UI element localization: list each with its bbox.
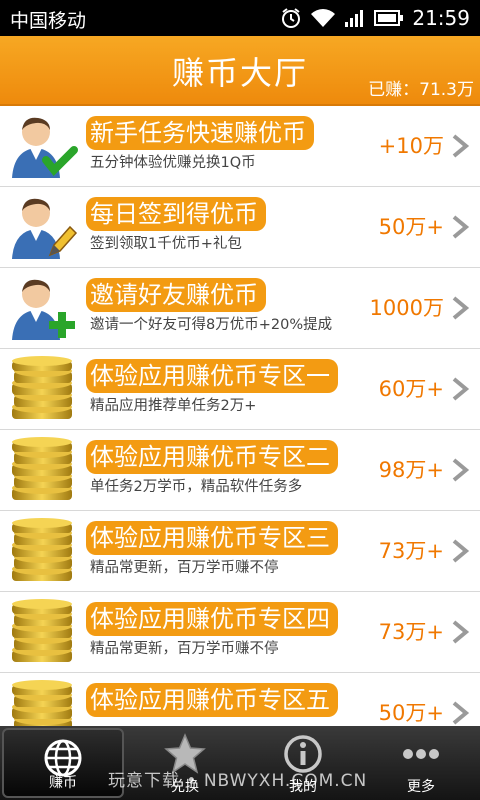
task-reward: 98万+ <box>378 458 444 482</box>
alarm-icon <box>282 8 301 28</box>
chevron-right-icon <box>452 620 470 644</box>
chevron-right-icon <box>452 539 470 563</box>
task-row[interactable]: 新手任务快速赚优币五分钟体验优赚兑换1Q币 +10万 <box>0 106 480 187</box>
tab-globe[interactable]: 赚币 <box>2 728 124 798</box>
task-row[interactable]: 邀请好友赚优币邀请一个好友可得8万优币+20%提成 1000万 <box>0 268 480 349</box>
task-title: 新手任务快速赚优币 <box>86 116 314 150</box>
chevron-right-icon <box>452 296 470 320</box>
chevron-right-icon <box>452 458 470 482</box>
task-title: 体验应用赚优币专区五 <box>86 683 338 717</box>
task-reward: 73万+ <box>378 539 444 563</box>
task-title: 体验应用赚优币专区一 <box>86 359 338 393</box>
carrier-name: 中国移动 <box>10 10 87 32</box>
task-reward: 50万+ <box>378 215 444 239</box>
chevron-right-icon <box>452 134 470 158</box>
coin-stack-icon <box>8 436 78 504</box>
task-title: 邀请好友赚优币 <box>86 278 266 312</box>
status-bar: 中国移动 21:59 <box>0 0 480 36</box>
task-reward: 1000万 <box>369 296 444 320</box>
task-row[interactable]: 每日签到得优币签到领取1千优币+礼包 50万+ <box>0 187 480 268</box>
battery-icon <box>374 10 404 26</box>
chevron-right-icon <box>452 701 470 725</box>
signal-icon <box>345 10 364 27</box>
task-row[interactable]: 体验应用赚优币专区五 50万+ <box>0 673 480 726</box>
user-edit-icon <box>8 193 78 261</box>
coin-stack-icon <box>8 355 78 423</box>
tab-label: 赚币 <box>49 775 77 791</box>
clock: 21:59 <box>412 6 470 30</box>
watermark: 玩意下载 • NBWYXH.COM.CN <box>108 771 368 791</box>
tab-label: 更多 <box>407 779 435 795</box>
task-list: 新手任务快速赚优币五分钟体验优赚兑换1Q币 +10万每日签到得优币签到领取1千优币… <box>0 106 480 726</box>
earned-total: 已赚：71.3万 <box>368 80 474 100</box>
task-description: 精品常更新，百万学币赚不停 <box>90 560 279 576</box>
app-header: 赚币大厅 已赚：71.3万 <box>0 36 480 106</box>
task-description: 五分钟体验优赚兑换1Q币 <box>90 155 256 171</box>
task-title: 体验应用赚优币专区三 <box>86 521 338 555</box>
task-row[interactable]: 体验应用赚优币专区一精品应用推荐单任务2万+ 60万+ <box>0 349 480 430</box>
tab-more[interactable]: 更多 <box>362 726 480 800</box>
task-reward: 50万+ <box>378 701 444 725</box>
task-title: 每日签到得优币 <box>86 197 266 231</box>
task-reward: +10万 <box>378 134 444 158</box>
coin-stack-icon <box>8 517 78 585</box>
task-description: 精品常更新，百万学币赚不停 <box>90 641 279 657</box>
chevron-right-icon <box>452 215 470 239</box>
wifi-icon <box>311 9 336 27</box>
status-icons: 21:59 <box>280 6 470 30</box>
task-reward: 60万+ <box>378 377 444 401</box>
task-title: 体验应用赚优币专区二 <box>86 440 338 474</box>
task-row[interactable]: 体验应用赚优币专区三精品常更新，百万学币赚不停 73万+ <box>0 511 480 592</box>
task-description: 单任务2万学币，精品软件任务多 <box>90 479 303 495</box>
coin-stack-icon <box>8 598 78 666</box>
user-add-icon <box>8 274 78 342</box>
task-description: 签到领取1千优币+礼包 <box>90 236 242 252</box>
task-row[interactable]: 体验应用赚优币专区四精品常更新，百万学币赚不停 73万+ <box>0 592 480 673</box>
chevron-right-icon <box>452 377 470 401</box>
user-check-icon <box>8 112 78 180</box>
task-description: 邀请一个好友可得8万优币+20%提成 <box>90 317 333 333</box>
task-description: 精品应用推荐单任务2万+ <box>90 398 257 414</box>
task-row[interactable]: 体验应用赚优币专区二单任务2万学币，精品软件任务多 98万+ <box>0 430 480 511</box>
task-title: 体验应用赚优币专区四 <box>86 602 338 636</box>
coin-stack-icon <box>8 679 78 726</box>
task-reward: 73万+ <box>378 620 444 644</box>
